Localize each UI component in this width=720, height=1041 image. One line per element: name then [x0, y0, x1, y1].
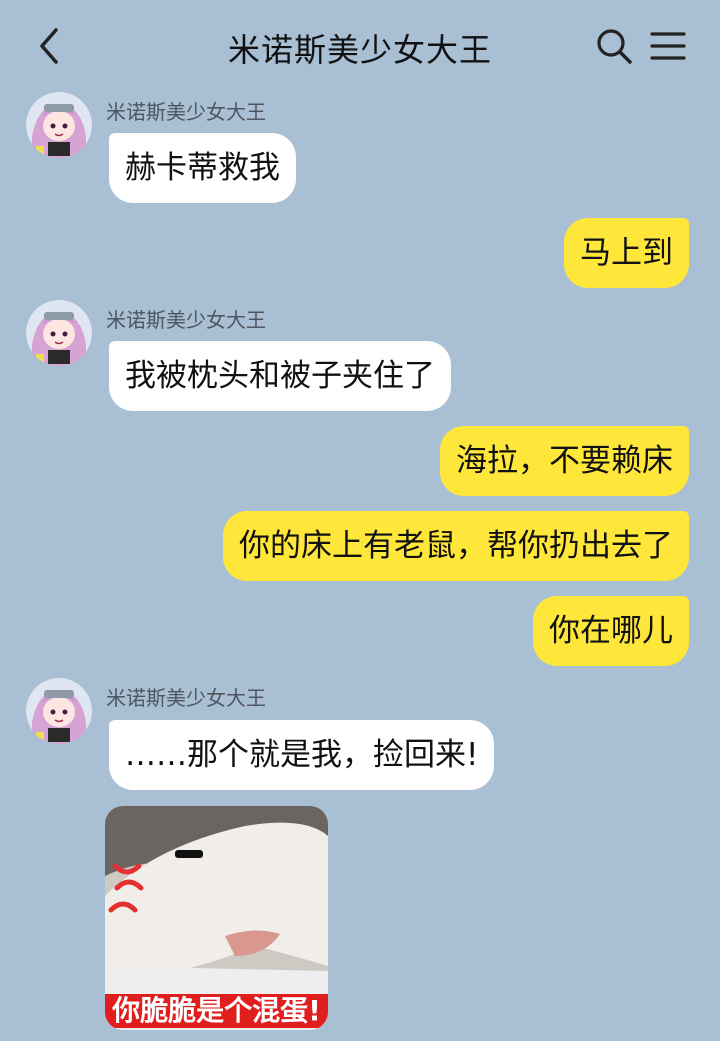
message-bubble[interactable]: ……那个就是我，捡回来!	[109, 720, 495, 790]
chat-header: 米诺斯美少女大王	[0, 0, 720, 94]
sticker-image[interactable]: 你脆脆是个混蛋!	[105, 806, 328, 1030]
message-bubble[interactable]: 马上到	[564, 218, 689, 288]
search-icon	[597, 29, 632, 64]
menu-icon	[650, 32, 686, 60]
message-bubble[interactable]: 赫卡蒂救我	[109, 133, 296, 203]
message-bubble[interactable]: 我被枕头和被子夹住了	[109, 341, 451, 411]
search-button[interactable]	[594, 26, 634, 66]
sender-name: 米诺斯美少女大王	[106, 100, 266, 124]
sender-name: 米诺斯美少女大王	[106, 308, 266, 332]
menu-button[interactable]	[648, 26, 688, 66]
sender-name: 米诺斯美少女大王	[106, 686, 266, 710]
avatar[interactable]	[26, 300, 92, 366]
sticker-caption: 你脆脆是个混蛋!	[105, 994, 328, 1028]
message-bubble[interactable]: 海拉，不要赖床	[440, 426, 689, 496]
avatar[interactable]	[26, 92, 92, 158]
avatar[interactable]	[26, 678, 92, 744]
message-bubble[interactable]: 你的床上有老鼠，帮你扔出去了	[223, 511, 689, 581]
message-bubble[interactable]: 你在哪儿	[533, 596, 689, 666]
